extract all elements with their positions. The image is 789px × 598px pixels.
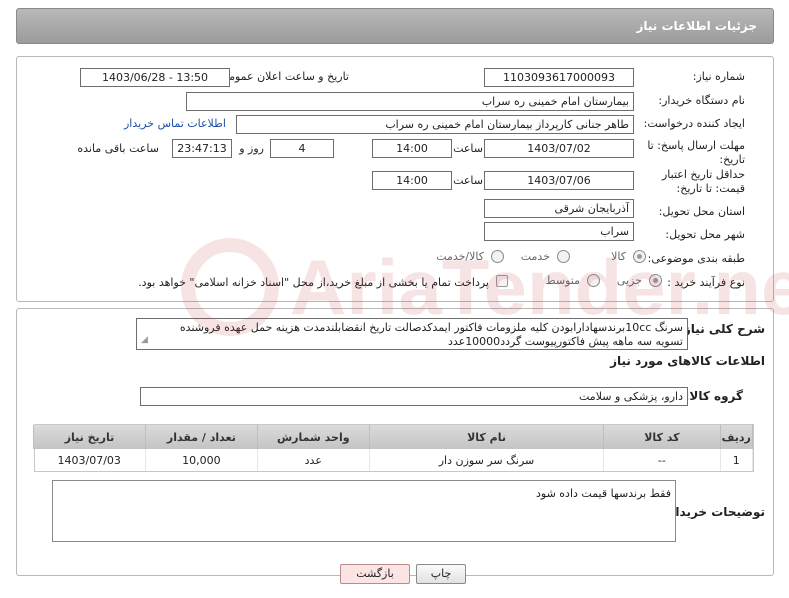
- city-field: سراب: [484, 222, 634, 241]
- treasury-payment-checkbox[interactable]: [496, 275, 508, 287]
- goods-table-header: ردیف کد کالا نام کالا واحد شمارش تعداد /…: [33, 425, 753, 449]
- cell-date: 1403/07/03: [33, 449, 146, 471]
- goods-group-field: دارو، پزشکی و سلامت: [140, 387, 688, 406]
- description-textarea: سرنگ 10ccبرندسهادارابودن کلیه ملزومات فا…: [136, 318, 688, 350]
- category-label: طبقه بندی موضوعی:: [647, 252, 745, 265]
- buyer-notes-textarea: فقط برندسها قیمت داده شود: [52, 480, 676, 542]
- description-label: شرح کلی نیاز:: [679, 322, 765, 336]
- price-time-field: 14:00: [372, 171, 452, 190]
- category-option-service[interactable]: خدمت: [510, 249, 570, 265]
- category-goods-radio[interactable]: [633, 250, 646, 263]
- price-time-label: ساعت: [453, 174, 483, 187]
- reply-date-field: 1403/07/02: [484, 139, 634, 158]
- category-option-goods-service[interactable]: کالا/خدمت: [430, 249, 504, 265]
- goods-section-title: اطلاعات کالاهای مورد نیاز: [610, 354, 765, 368]
- category-service-radio[interactable]: [557, 250, 570, 263]
- process-option-medium[interactable]: متوسط: [540, 273, 600, 289]
- print-button[interactable]: چاپ: [416, 564, 466, 584]
- col-qty: تعداد / مقدار: [144, 425, 258, 449]
- description-line-1: سرنگ 10ccبرندسهادارابودن کلیه ملزومات فا…: [179, 321, 683, 334]
- cell-qty: 10,000: [145, 449, 258, 471]
- category-service-label: خدمت: [520, 250, 550, 263]
- page-title: جزئیات اطلاعات نیاز: [636, 19, 757, 33]
- buyer-notes-label: توضیحات خریدار:: [663, 505, 765, 519]
- col-code: کد کالا: [603, 425, 721, 449]
- col-unit: واحد شمارش: [256, 425, 370, 449]
- days-remaining-field: 4: [270, 139, 334, 158]
- buyer-org-field: بیمارستان امام خمینی ره سراب: [186, 92, 634, 111]
- treasury-payment-note: پرداخت تمام یا بخشی از مبلغ خرید،از محل …: [138, 276, 489, 289]
- cell-row: 1: [720, 449, 753, 471]
- creator-label: ایجاد کننده درخواست:: [643, 117, 745, 130]
- process-type-label: نوع فرآیند خرید :: [667, 276, 745, 289]
- category-goods-service-label: کالا/خدمت: [436, 250, 484, 263]
- process-medium-label: متوسط: [545, 274, 580, 287]
- description-line-2: تسویه سه ماهه پیش فاکتورپیوست گردد10000ع…: [447, 335, 683, 348]
- table-row[interactable]: 1 -- سرنگ سر سوزن دار عدد 10,000 1403/07…: [33, 449, 753, 471]
- process-minor-label: جزیی: [616, 274, 642, 287]
- days-and-label: روز و: [239, 142, 264, 155]
- buyer-notes-text: فقط برندسها قیمت داده شود: [535, 487, 671, 500]
- price-date-field: 1403/07/06: [484, 171, 634, 190]
- goods-table: ردیف کد کالا نام کالا واحد شمارش تعداد /…: [33, 425, 753, 471]
- col-name: نام کالا: [368, 425, 605, 449]
- remaining-time-label: ساعت باقی مانده: [77, 142, 159, 155]
- page-header: جزئیات اطلاعات نیاز: [16, 8, 774, 44]
- remaining-time-field: 23:47:13: [172, 139, 232, 158]
- announce-datetime-field: 1403/06/28 - 13:50: [80, 68, 230, 87]
- col-row: ردیف: [719, 425, 753, 449]
- process-medium-radio[interactable]: [587, 274, 600, 287]
- reply-time-label: ساعت: [453, 142, 483, 155]
- cell-unit: عدد: [257, 449, 370, 471]
- cell-code: --: [603, 449, 721, 471]
- col-date: تاریخ نیاز: [33, 425, 146, 449]
- reply-time-field: 14:00: [372, 139, 452, 158]
- contact-info-link[interactable]: اطلاعات تماس خریدار: [124, 117, 226, 130]
- buyer-org-label: نام دستگاه خریدار:: [658, 94, 745, 107]
- need-number-field: 1103093617000093: [484, 68, 634, 87]
- reply-deadline-label: مهلت ارسال پاسخ: تا تاریخ:: [647, 139, 745, 166]
- process-option-minor[interactable]: جزیی: [606, 273, 662, 289]
- creator-field: طاهر جنانی کارپرداز بیمارستان امام خمینی…: [236, 115, 634, 134]
- province-label: استان محل تحویل:: [658, 205, 745, 218]
- goods-group-label: گروه کالا:: [684, 389, 743, 403]
- announce-datetime-label: تاریخ و ساعت اعلان عمومی:: [216, 70, 349, 83]
- city-label: شهر محل تحویل:: [665, 228, 745, 241]
- process-minor-radio[interactable]: [649, 274, 662, 287]
- category-goods-service-radio[interactable]: [491, 250, 504, 263]
- need-number-label: شماره نیاز:: [692, 70, 745, 83]
- cell-name: سرنگ سر سوزن دار: [369, 449, 605, 471]
- resize-handle-icon[interactable]: ◢: [141, 333, 148, 347]
- province-field: آذربایجان شرقی: [484, 199, 634, 218]
- goods-table-wrap: ردیف کد کالا نام کالا واحد شمارش تعداد /…: [33, 424, 754, 472]
- back-button[interactable]: بازگشت: [340, 564, 410, 584]
- category-goods-label: کالا: [611, 250, 626, 263]
- category-option-goods[interactable]: کالا: [590, 249, 646, 265]
- price-validity-label: حداقل تاریخ اعتبار قیمت: تا تاریخ:: [661, 168, 745, 195]
